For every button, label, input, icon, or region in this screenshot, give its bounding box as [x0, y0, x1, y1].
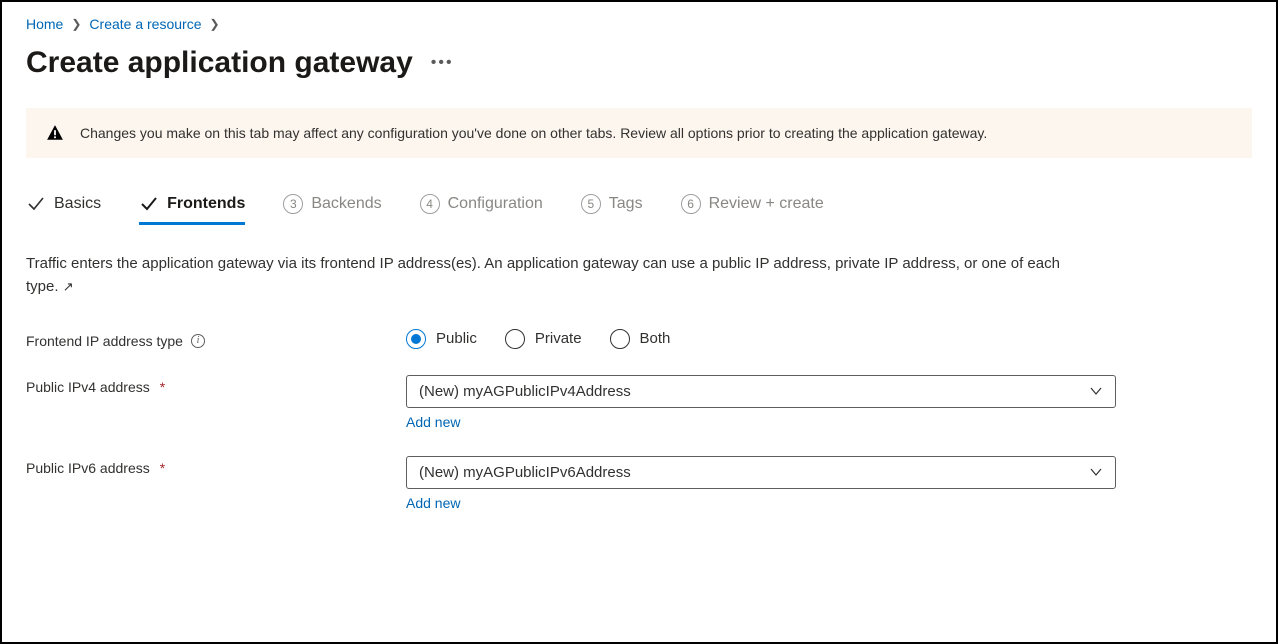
- public-ipv6-label: Public IPv6 address: [26, 460, 150, 476]
- radio-label: Public: [436, 330, 477, 347]
- frontend-ip-type-label: Frontend IP address type: [26, 333, 183, 349]
- radio-button-icon: [406, 329, 426, 349]
- select-value: (New) myAGPublicIPv4Address: [419, 383, 631, 400]
- more-actions-button[interactable]: •••: [431, 54, 454, 72]
- add-new-ipv4-link[interactable]: Add new: [406, 414, 460, 430]
- checkmark-icon: [26, 194, 46, 214]
- tab-label: Backends: [311, 195, 381, 213]
- breadcrumb-create-resource[interactable]: Create a resource: [89, 16, 201, 32]
- external-link-icon[interactable]: ↗: [63, 279, 74, 294]
- info-icon[interactable]: i: [191, 334, 205, 348]
- description-text: Traffic enters the application gateway v…: [26, 255, 1060, 295]
- step-number-badge: 3: [283, 194, 303, 214]
- radio-button-icon: [610, 329, 630, 349]
- add-new-ipv6-link[interactable]: Add new: [406, 495, 460, 511]
- wizard-tabs: Basics Frontends 3 Backends 4 Configurat…: [26, 194, 1252, 224]
- breadcrumb-home[interactable]: Home: [26, 16, 63, 32]
- step-number-badge: 6: [681, 194, 701, 214]
- required-indicator: *: [160, 379, 165, 395]
- public-ipv6-select[interactable]: (New) myAGPublicIPv6Address: [406, 456, 1116, 489]
- radio-public[interactable]: Public: [406, 329, 477, 349]
- warning-icon: [46, 124, 64, 142]
- tab-frontends[interactable]: Frontends: [139, 194, 245, 224]
- checkmark-icon: [139, 194, 159, 214]
- required-indicator: *: [160, 460, 165, 476]
- chevron-down-icon: [1089, 384, 1103, 398]
- chevron-down-icon: [1089, 465, 1103, 479]
- public-ipv4-label: Public IPv4 address: [26, 379, 150, 395]
- select-value: (New) myAGPublicIPv6Address: [419, 464, 631, 481]
- tab-label: Configuration: [448, 195, 543, 213]
- warning-text: Changes you make on this tab may affect …: [80, 125, 987, 141]
- radio-button-icon: [505, 329, 525, 349]
- frontend-ip-type-radio-group: Public Private Both: [406, 329, 1116, 349]
- step-number-badge: 5: [581, 194, 601, 214]
- page-title: Create application gateway: [26, 46, 413, 80]
- tab-label: Basics: [54, 195, 101, 213]
- tab-description: Traffic enters the application gateway v…: [26, 252, 1076, 299]
- radio-label: Both: [640, 330, 671, 347]
- tab-configuration[interactable]: 4 Configuration: [420, 194, 543, 224]
- step-number-badge: 4: [420, 194, 440, 214]
- breadcrumb-separator: ❯: [71, 17, 81, 31]
- public-ipv4-select[interactable]: (New) myAGPublicIPv4Address: [406, 375, 1116, 408]
- radio-both[interactable]: Both: [610, 329, 671, 349]
- tab-label: Review + create: [709, 195, 824, 213]
- breadcrumb-separator: ❯: [209, 17, 219, 31]
- tab-label: Frontends: [167, 195, 245, 213]
- tab-review-create[interactable]: 6 Review + create: [681, 194, 824, 224]
- tab-tags[interactable]: 5 Tags: [581, 194, 643, 224]
- warning-banner: Changes you make on this tab may affect …: [26, 108, 1252, 158]
- radio-private[interactable]: Private: [505, 329, 582, 349]
- tab-basics[interactable]: Basics: [26, 194, 101, 224]
- radio-label: Private: [535, 330, 582, 347]
- tab-label: Tags: [609, 195, 643, 213]
- breadcrumb: Home ❯ Create a resource ❯: [26, 16, 1252, 32]
- tab-backends[interactable]: 3 Backends: [283, 194, 381, 224]
